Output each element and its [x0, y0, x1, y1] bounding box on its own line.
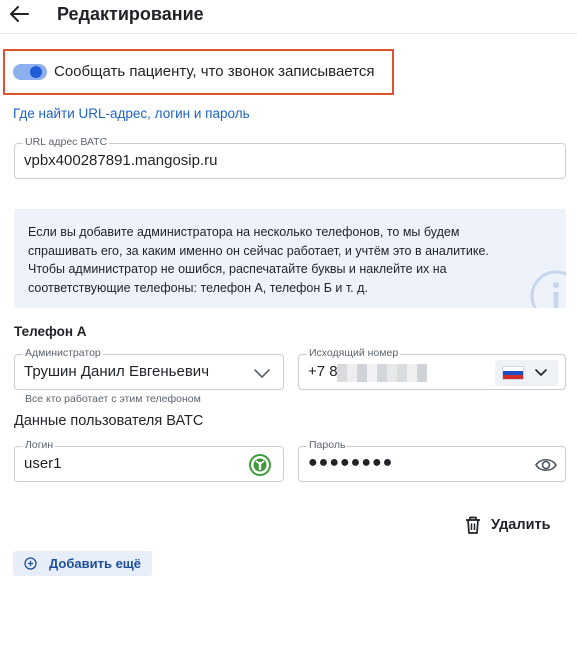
password-value: ●●●●●●●●	[308, 454, 394, 471]
phone-prefix: +7 8	[308, 363, 338, 380]
arrow-left-icon[interactable]	[8, 4, 30, 24]
administrator-select[interactable]: Администратор Трушин Данил Евгеньевич	[14, 347, 284, 390]
trash-icon	[466, 516, 480, 534]
delete-button[interactable]: Удалить	[462, 513, 562, 539]
info-line: Чтобы администратор не ошибся, распечата…	[28, 262, 447, 276]
redacted-digits	[337, 364, 431, 382]
record-call-switch[interactable]	[13, 64, 47, 80]
administrator-value: Трушин Данил Евгеньевич	[24, 363, 210, 380]
chevron-down-icon[interactable]	[253, 367, 271, 379]
plus-circle-icon	[24, 557, 37, 570]
add-more-button[interactable]: Добавить ещё	[13, 551, 152, 576]
info-line: спрашивать его, за каким именно он сейча…	[28, 243, 489, 258]
credentials-title: Данные пользователя ВАТС	[14, 413, 204, 429]
info-icon	[530, 270, 566, 308]
outgoing-number-label: Исходящий номер	[307, 347, 401, 360]
info-line: Если вы добавите администратора на неско…	[28, 225, 460, 239]
administrator-helper: Все кто работает с этим телефоном	[25, 393, 201, 405]
login-field[interactable]: Логин user1	[14, 439, 284, 482]
add-more-label: Добавить ещё	[49, 556, 142, 571]
info-box: Если вы добавите администратора на неско…	[14, 209, 566, 308]
phone-section-title: Телефон А	[14, 324, 87, 339]
vats-url-value: vpbx400287891.mangosip.ru	[24, 152, 218, 169]
switch-knob	[30, 66, 42, 78]
password-field[interactable]: Пароль ●●●●●●●●	[298, 439, 566, 482]
login-value: user1	[24, 455, 62, 472]
header: Редактирование	[0, 0, 577, 34]
eye-icon[interactable]	[535, 454, 557, 476]
vats-url-label: URL адрес ВАТС	[23, 136, 110, 149]
record-call-label: Сообщать пациенту, что звонок записывает…	[54, 63, 375, 80]
administrator-label: Администратор	[23, 347, 103, 360]
info-line: соответствующие телефоны: телефон А, тел…	[28, 280, 368, 295]
login-label: Логин	[23, 439, 56, 452]
delete-label: Удалить	[491, 517, 551, 533]
vats-url-field[interactable]: URL адрес ВАТС vpbx400287891.mangosip.ru	[14, 136, 566, 179]
password-manager-icon[interactable]	[249, 454, 271, 476]
country-select[interactable]	[495, 360, 558, 386]
chevron-down-icon	[535, 369, 547, 376]
record-call-toggle-row: Сообщать пациенту, что звонок записывает…	[3, 49, 394, 95]
page-title: Редактирование	[57, 4, 204, 24]
info-text: Если вы добавите администратора на неско…	[28, 223, 538, 297]
outgoing-number-field[interactable]: Исходящий номер +7 8	[298, 347, 566, 390]
password-label: Пароль	[307, 439, 348, 452]
russia-flag-icon	[502, 366, 524, 380]
help-link[interactable]: Где найти URL-адрес, логин и пароль	[13, 106, 250, 121]
